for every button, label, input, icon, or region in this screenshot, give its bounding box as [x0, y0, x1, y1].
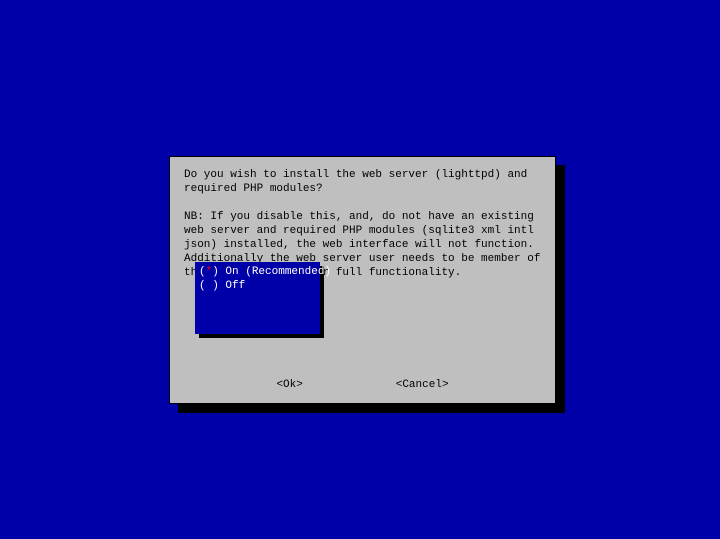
radio-label-on: On (Recommended)	[225, 266, 331, 278]
question-text: Do you wish to install the web server (l…	[184, 168, 541, 196]
radio-option-off[interactable]: ( ) Off	[199, 279, 316, 293]
radio-label-off: Off	[225, 280, 245, 292]
cancel-button[interactable]: <Cancel>	[396, 379, 449, 391]
button-row: <Ok> <Cancel>	[170, 379, 555, 391]
radio-option-on[interactable]: (*) On (Recommended)	[199, 265, 316, 279]
radio-options-box: (*) On (Recommended) ( ) Off	[195, 262, 320, 334]
ok-button[interactable]: <Ok>	[276, 379, 302, 391]
dialog-box: Do you wish to install the web server (l…	[169, 156, 556, 404]
